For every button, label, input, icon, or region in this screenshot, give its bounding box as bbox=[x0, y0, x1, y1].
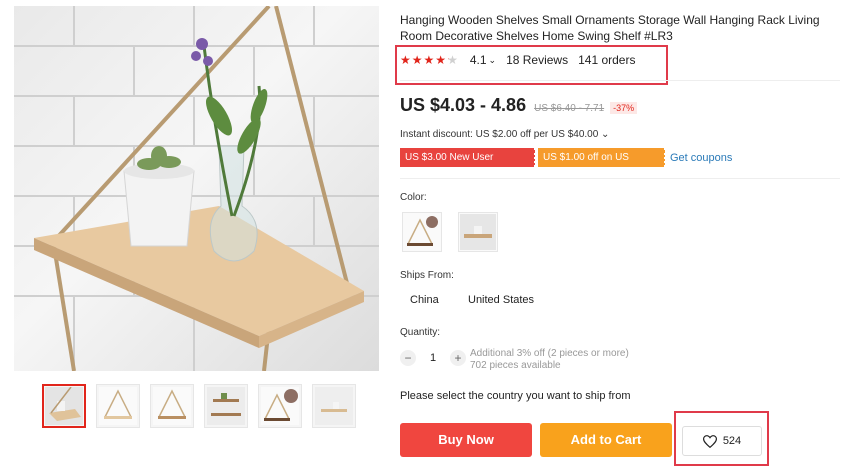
thumbnail-6[interactable] bbox=[312, 384, 356, 428]
thumbnail-1[interactable] bbox=[42, 384, 86, 428]
wishlist-button[interactable]: 524 bbox=[682, 426, 762, 456]
color-label: Color: bbox=[400, 192, 427, 203]
quantity-stepper: − 1 + bbox=[400, 350, 466, 366]
star-icon: ★ bbox=[435, 53, 447, 67]
current-price: US $4.03 - 4.86 bbox=[400, 95, 527, 115]
color-swatch-1[interactable] bbox=[402, 212, 442, 252]
quantity-label: Quantity: bbox=[400, 327, 441, 338]
ship-from-message: Please select the country you want to sh… bbox=[400, 390, 631, 402]
available-stock: 702 pieces available bbox=[470, 360, 561, 371]
quantity-value[interactable]: 1 bbox=[416, 352, 450, 364]
new-user-coupon[interactable]: US $3.00 New User Coupon bbox=[400, 148, 536, 182]
heart-icon bbox=[702, 434, 717, 448]
ship-option-united-states[interactable]: United States bbox=[468, 294, 534, 306]
ships-from-label: Ships From: bbox=[400, 270, 454, 281]
store-coupon[interactable]: US $1.00 off on US $25.00 bbox=[538, 148, 666, 182]
extra-discount-note: Additional 3% off (2 pieces or more) bbox=[470, 348, 629, 359]
reviews-link[interactable]: 18 Reviews bbox=[506, 53, 568, 67]
wishlist-count: 524 bbox=[722, 435, 742, 447]
thumbnail-2[interactable] bbox=[96, 384, 140, 428]
star-rating[interactable]: ★ ★ ★ ★ ★ bbox=[400, 53, 458, 67]
product-title: Hanging Wooden Shelves Small Ornaments S… bbox=[400, 13, 820, 43]
divider bbox=[400, 178, 840, 179]
price-row: US $4.03 - 4.86 US $6.40 - 7.71 -37% bbox=[400, 95, 638, 116]
discount-badge: -37% bbox=[610, 102, 638, 114]
get-coupons-link[interactable]: Get coupons bbox=[670, 152, 732, 164]
minus-icon[interactable]: − bbox=[400, 350, 416, 366]
thumbnail-4[interactable] bbox=[204, 384, 248, 428]
chevron-down-icon[interactable]: ⌄ bbox=[489, 55, 497, 66]
instant-discount[interactable]: Instant discount: US $2.00 off per US $4… bbox=[400, 129, 609, 140]
rating-value[interactable]: 4.1 bbox=[470, 53, 487, 67]
thumbnail-3[interactable] bbox=[150, 384, 194, 428]
divider bbox=[400, 80, 840, 81]
buy-now-button[interactable]: Buy Now bbox=[400, 423, 532, 457]
original-price: US $6.40 - 7.71 bbox=[534, 103, 605, 114]
thumbnail-strip bbox=[42, 384, 356, 428]
orders-count: 141 orders bbox=[578, 53, 636, 67]
ship-option-china[interactable]: China bbox=[410, 294, 439, 306]
star-icon: ★ bbox=[447, 53, 458, 67]
main-product-image[interactable] bbox=[14, 6, 379, 371]
rating-row: ★ ★ ★ ★ ★ 4.1 ⌄ 18 Reviews 141 orders bbox=[400, 53, 635, 67]
plus-icon[interactable]: + bbox=[450, 350, 466, 366]
star-icon: ★ bbox=[400, 53, 411, 67]
star-icon: ★ bbox=[411, 53, 423, 67]
coupon-row: US $3.00 New User Coupon US $1.00 off on… bbox=[400, 148, 732, 182]
thumbnail-5[interactable] bbox=[258, 384, 302, 428]
add-to-cart-button[interactable]: Add to Cart bbox=[540, 423, 672, 457]
color-swatch-2[interactable] bbox=[458, 212, 498, 252]
star-icon: ★ bbox=[423, 53, 435, 67]
quantity-note: Additional 3% off (2 pieces or more) 702… bbox=[470, 348, 629, 372]
